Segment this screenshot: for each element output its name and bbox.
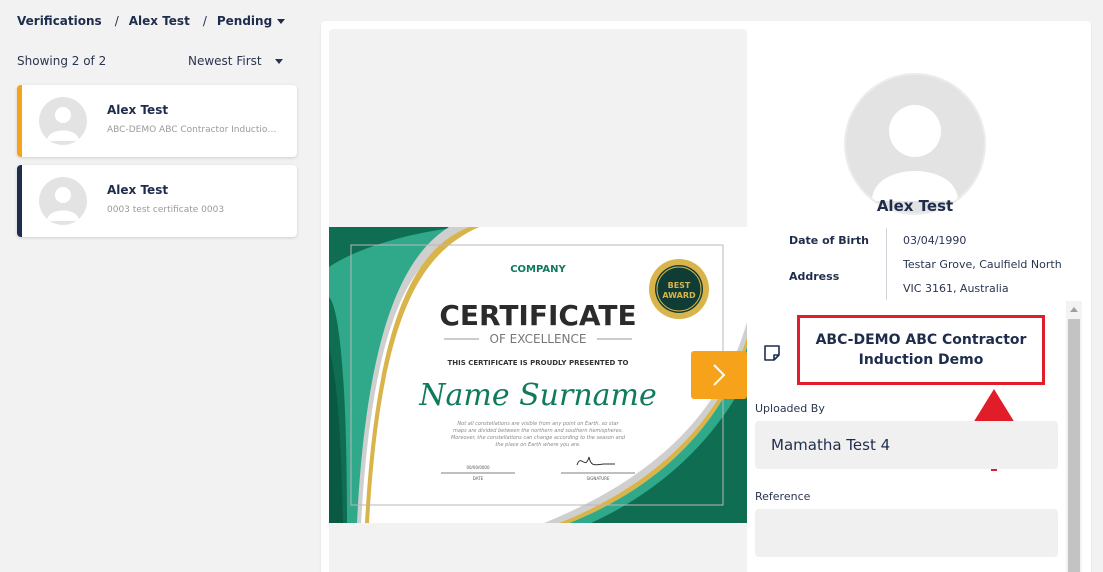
address-line-2: VIC 3161, Australia <box>903 282 1009 295</box>
chevron-right-icon <box>713 364 726 386</box>
next-page-button[interactable] <box>691 351 747 399</box>
sort-dropdown[interactable]: Newest First <box>188 54 283 68</box>
results-count: Showing 2 of 2 <box>17 54 107 68</box>
status-dropdown[interactable]: Pending <box>216 14 286 28</box>
breadcrumb-person-link[interactable]: Alex Test <box>129 14 190 28</box>
award-badge-icon: BEST AWARD <box>649 259 709 319</box>
breadcrumb-separator: / <box>202 14 207 28</box>
verification-detail-panel: BEST AWARD COMPANY CERTIFICATE OF EXCELL… <box>321 21 1091 572</box>
card-status-bar <box>17 165 22 237</box>
verification-card-2[interactable]: Alex Test 0003 test certificate 0003 <box>17 165 297 237</box>
card-status-bar <box>17 85 22 157</box>
person-name: Alex Test <box>876 197 954 215</box>
cert-date-label: DATE <box>473 476 484 481</box>
avatar <box>39 177 87 225</box>
chevron-down-icon <box>277 18 286 24</box>
dob-value: 03/04/1990 <box>903 234 967 247</box>
address-label: Address <box>789 270 840 283</box>
uploaded-by-field: Mamatha Test 4 <box>755 421 1058 469</box>
card-subtitle: 0003 test certificate 0003 <box>107 205 225 215</box>
cert-date-value: 00/00/0000 <box>466 465 490 470</box>
reference-field[interactable] <box>755 509 1058 557</box>
cert-title: CERTIFICATE <box>439 299 636 332</box>
avatar <box>39 97 87 145</box>
profile-avatar <box>844 73 986 215</box>
scrollbar-thumb[interactable] <box>1068 319 1080 572</box>
cert-body-2: maps are divided between the northern an… <box>453 428 623 434</box>
cert-body-1: Not all constellations are visible from … <box>457 421 619 427</box>
cert-subtitle: OF EXCELLENCE <box>490 332 587 346</box>
badge-line-2: AWARD <box>662 291 696 300</box>
cert-body-4: the place on Earth where you are. <box>495 442 580 448</box>
breadcrumb: Verifications / Alex Test / Pending <box>17 13 286 29</box>
sort-dropdown-label: Newest First <box>188 54 262 68</box>
details-scrollbar[interactable] <box>1066 301 1082 572</box>
card-name: Alex Test <box>107 103 169 117</box>
chevron-down-icon <box>274 58 283 64</box>
note-icon <box>764 345 780 361</box>
scroll-up-icon[interactable] <box>1070 307 1078 312</box>
address-line-1: Testar Grove, Caulfield North <box>903 258 1062 271</box>
card-subtitle: ABC-DEMO ABC Contractor Induction Demo <box>107 125 282 135</box>
cert-company: COMPANY <box>510 264 566 275</box>
cert-body-3: Moreover, the constellations can change … <box>451 435 626 441</box>
card-name: Alex Test <box>107 183 169 197</box>
breadcrumb-separator: / <box>114 14 119 28</box>
document-title: ABC-DEMO ABC Contractor Induction Demo <box>797 315 1045 385</box>
reference-label: Reference <box>755 490 811 503</box>
cert-recipient: Name Surname <box>418 378 657 413</box>
cert-presented: THIS CERTIFICATE IS PROUDLY PRESENTED TO <box>448 359 629 367</box>
cert-signature-label: SIGNATURE <box>587 476 610 481</box>
verification-card-1[interactable]: Alex Test ABC-DEMO ABC Contractor Induct… <box>17 85 297 157</box>
dob-label: Date of Birth <box>789 234 869 247</box>
status-dropdown-label: Pending <box>216 14 273 28</box>
uploaded-by-label: Uploaded By <box>755 402 825 415</box>
details-divider <box>886 228 887 300</box>
breadcrumb-verifications-link[interactable]: Verifications <box>17 14 102 28</box>
certificate-image: BEST AWARD COMPANY CERTIFICATE OF EXCELL… <box>329 227 747 523</box>
badge-line-1: BEST <box>668 281 691 290</box>
